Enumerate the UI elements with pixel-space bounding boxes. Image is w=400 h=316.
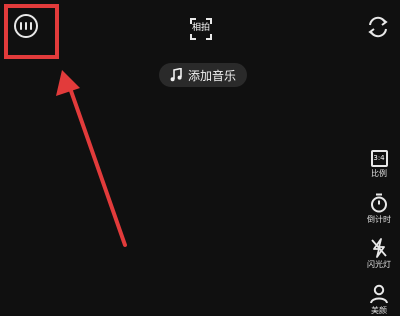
timer-tool[interactable]: 倒计时 bbox=[361, 193, 397, 225]
flash-icon bbox=[371, 238, 387, 258]
ratio-tool[interactable]: 3:4 比例 bbox=[361, 150, 397, 179]
ratio-icon: 3:4 bbox=[370, 150, 388, 167]
flash-label: 闪光灯 bbox=[367, 260, 391, 269]
beauty-icon bbox=[370, 284, 388, 304]
timer-label: 倒计时 bbox=[367, 215, 391, 224]
annotation-arrow bbox=[56, 70, 127, 247]
camera-viewfinder: 相拍 添加音乐 3:4 比例 倒计时 闪光灯 美颜 bbox=[0, 0, 400, 316]
timer-icon bbox=[371, 193, 387, 213]
ratio-label: 比例 bbox=[371, 169, 387, 178]
beauty-tool[interactable]: 美颜 bbox=[361, 284, 397, 316]
flash-tool[interactable]: 闪光灯 bbox=[361, 238, 397, 270]
beauty-label: 美颜 bbox=[371, 306, 387, 315]
